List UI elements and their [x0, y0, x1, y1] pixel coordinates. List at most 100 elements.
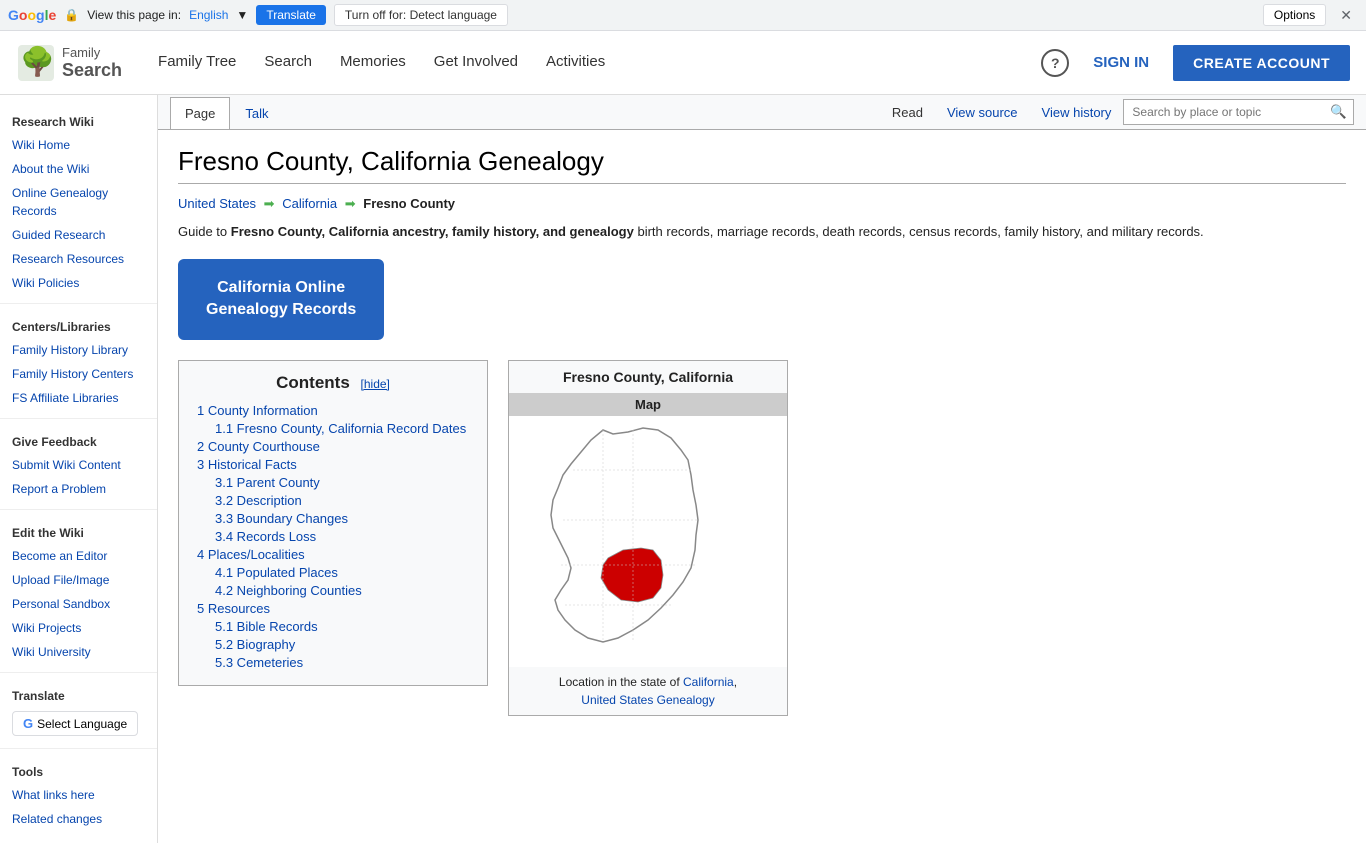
main-header: 🌳 Family Search Family Tree Search Memor… — [0, 31, 1366, 95]
contents-link-3-3[interactable]: 3.3 Boundary Changes — [215, 511, 348, 526]
sidebar: Research Wiki Wiki Home About the Wiki O… — [0, 95, 158, 843]
select-language-wrap: G Select Language — [0, 707, 157, 740]
sidebar-item-online-genealogy[interactable]: Online Genealogy Records — [0, 181, 157, 223]
contents-item-4-2: 4.2 Neighboring Counties — [197, 583, 469, 598]
sidebar-item-what-links[interactable]: What links here — [0, 783, 157, 807]
intro-text: Guide to Fresno County, California ances… — [178, 222, 1346, 243]
action-view-source[interactable]: View source — [935, 97, 1030, 128]
contents-link-3-4[interactable]: 3.4 Records Loss — [215, 529, 316, 544]
create-account-button[interactable]: CREATE ACCOUNT — [1173, 45, 1350, 81]
sidebar-section-feedback: Give Feedback — [0, 427, 157, 453]
page-tabs-bar: Page Talk Read View source View history … — [158, 95, 1366, 130]
language-link[interactable]: English — [189, 8, 228, 22]
two-col-layout: Contents [hide] 1 County Information 1.1… — [178, 360, 1346, 716]
translate-bar: Google 🔒 View this page in: English ▼ Tr… — [0, 0, 1366, 31]
familysearch-logo-icon: 🌳 — [16, 43, 56, 83]
contents-item-1: 1 County Information — [197, 403, 469, 418]
sidebar-divider-4 — [0, 672, 157, 673]
sidebar-divider-2 — [0, 418, 157, 419]
contents-link-3-2[interactable]: 3.2 Description — [215, 493, 302, 508]
contents-hide-link[interactable]: [hide] — [361, 377, 390, 391]
contents-link-5[interactable]: 5 Resources — [197, 601, 270, 616]
sidebar-item-wiki-home[interactable]: Wiki Home — [0, 133, 157, 157]
sidebar-item-wiki-projects[interactable]: Wiki Projects — [0, 616, 157, 640]
contents-link-1-1[interactable]: 1.1 Fresno County, California Record Dat… — [215, 421, 466, 436]
sidebar-item-upload-file[interactable]: Upload File/Image — [0, 568, 157, 592]
sidebar-item-family-history-library[interactable]: Family History Library — [0, 338, 157, 362]
contents-item-3-1: 3.1 Parent County — [197, 475, 469, 490]
contents-link-4[interactable]: 4 Places/Localities — [197, 547, 305, 562]
options-button[interactable]: Options — [1263, 4, 1326, 26]
contents-link-2[interactable]: 2 County Courthouse — [197, 439, 320, 454]
select-language-label: Select Language — [37, 717, 127, 731]
ca-records-line1: California Online — [217, 279, 345, 296]
contents-link-5-2[interactable]: 5.2 Biography — [215, 637, 295, 652]
help-icon[interactable]: ? — [1041, 49, 1069, 77]
map-caption: Location in the state of California, Uni… — [509, 667, 787, 715]
tab-page[interactable]: Page — [170, 97, 230, 129]
sign-in-link[interactable]: SIGN IN — [1081, 46, 1161, 79]
contents-item-4-1: 4.1 Populated Places — [197, 565, 469, 580]
wiki-search-input[interactable] — [1124, 101, 1324, 123]
sidebar-item-about-wiki[interactable]: About the Wiki — [0, 157, 157, 181]
wiki-search-button[interactable]: 🔍 — [1324, 100, 1353, 124]
contents-item-3-2: 3.2 Description — [197, 493, 469, 508]
google-logo: Google — [8, 7, 56, 23]
contents-link-4-1[interactable]: 4.1 Populated Places — [215, 565, 338, 580]
contents-item-2: 2 County Courthouse — [197, 439, 469, 454]
breadcrumb: United States ➡ California ➡ Fresno Coun… — [178, 196, 1346, 212]
contents-item-3: 3 Historical Facts — [197, 457, 469, 472]
lock-icon: 🔒 — [64, 8, 79, 22]
sidebar-item-report-problem[interactable]: Report a Problem — [0, 477, 157, 501]
sidebar-item-guided-research[interactable]: Guided Research — [0, 223, 157, 247]
sidebar-item-become-editor[interactable]: Become an Editor — [0, 544, 157, 568]
sidebar-item-related-changes[interactable]: Related changes — [0, 807, 157, 831]
contents-item-5: 5 Resources — [197, 601, 469, 616]
sidebar-item-family-history-centers[interactable]: Family History Centers — [0, 362, 157, 386]
ca-records-button[interactable]: California Online Genealogy Records — [178, 259, 384, 340]
sidebar-section-translate: Translate — [0, 681, 157, 707]
contents-link-5-1[interactable]: 5.1 Bible Records — [215, 619, 318, 634]
content-area: Page Talk Read View source View history … — [158, 95, 1366, 843]
logo-link[interactable]: 🌳 Family Search — [16, 43, 122, 83]
nav-memories[interactable]: Memories — [328, 45, 418, 81]
map-caption-link-california[interactable]: California — [683, 675, 734, 689]
close-translate-button[interactable]: ✕ — [1334, 5, 1358, 26]
contents-item-4: 4 Places/Localities — [197, 547, 469, 562]
sidebar-item-wiki-university[interactable]: Wiki University — [0, 640, 157, 664]
nav-activities[interactable]: Activities — [534, 45, 617, 81]
sidebar-item-wiki-policies[interactable]: Wiki Policies — [0, 271, 157, 295]
dropdown-icon: ▼ — [236, 8, 248, 22]
sidebar-item-fs-affiliate[interactable]: FS Affiliate Libraries — [0, 386, 157, 410]
california-map-svg — [513, 420, 783, 660]
translate-button[interactable]: Translate — [256, 5, 326, 25]
nav-get-involved[interactable]: Get Involved — [422, 45, 530, 81]
select-language-button[interactable]: G Select Language — [12, 711, 138, 736]
action-view-history[interactable]: View history — [1030, 97, 1124, 128]
sidebar-item-submit-wiki[interactable]: Submit Wiki Content — [0, 453, 157, 477]
svg-text:🌳: 🌳 — [20, 44, 55, 78]
contents-link-1[interactable]: 1 County Information — [197, 403, 318, 418]
logo-text: Family Search — [62, 45, 122, 81]
sidebar-item-personal-sandbox[interactable]: Personal Sandbox — [0, 592, 157, 616]
map-panel: Fresno County, California Map — [508, 360, 788, 716]
sidebar-item-research-resources[interactable]: Research Resources — [0, 247, 157, 271]
nav-search[interactable]: Search — [252, 45, 324, 81]
contents-title: Contents [hide] — [197, 373, 469, 393]
ca-records-line2: Genealogy Records — [206, 301, 356, 318]
contents-link-3-1[interactable]: 3.1 Parent County — [215, 475, 320, 490]
tab-talk[interactable]: Talk — [230, 97, 283, 129]
turnoff-button[interactable]: Turn off for: Detect language — [334, 4, 508, 26]
contents-box: Contents [hide] 1 County Information 1.1… — [178, 360, 488, 686]
contents-link-3[interactable]: 3 Historical Facts — [197, 457, 297, 472]
contents-item-5-1: 5.1 Bible Records — [197, 619, 469, 634]
contents-link-5-3[interactable]: 5.3 Cemeteries — [215, 655, 303, 670]
page-title: Fresno County, California Genealogy — [178, 146, 1346, 184]
main-content: Fresno County, California Genealogy Unit… — [158, 130, 1366, 732]
breadcrumb-state[interactable]: California — [282, 196, 337, 211]
sidebar-divider-1 — [0, 303, 157, 304]
contents-link-4-2[interactable]: 4.2 Neighboring Counties — [215, 583, 362, 598]
nav-family-tree[interactable]: Family Tree — [146, 45, 248, 81]
breadcrumb-us[interactable]: United States — [178, 196, 256, 211]
map-caption-link-us-genealogy[interactable]: United States Genealogy — [581, 693, 714, 707]
